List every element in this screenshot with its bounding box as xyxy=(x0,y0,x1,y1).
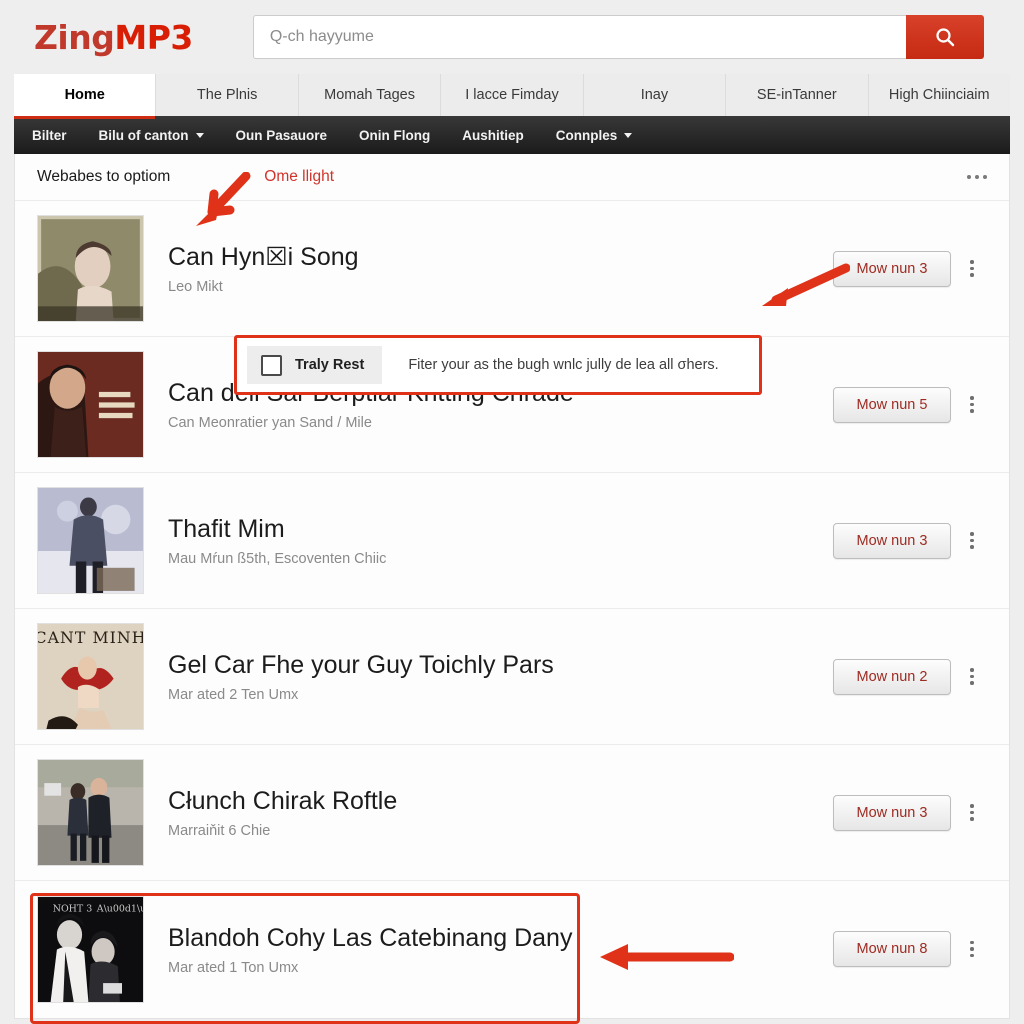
svg-text:CANT MINH: CANT MINH xyxy=(38,628,143,647)
search-button[interactable] xyxy=(906,15,984,59)
tab-high-chiinciaim[interactable]: High Chiinciaim xyxy=(868,74,1010,116)
row-subtitle: Mau Mŕun ß5th, Escoventen Chiic xyxy=(168,551,387,567)
filter-callout: Traly Rest Fiter your as the bugh wnlc j… xyxy=(234,335,762,395)
row-subtitle: Marraiňit 6 Chie xyxy=(168,823,271,839)
row-meta: Gel Car Fhe your Guy Toichly Pars Mar at… xyxy=(168,650,833,703)
subnav-item-connples[interactable]: Connples xyxy=(556,128,633,143)
filter-checkbox-label: Traly Rest xyxy=(295,357,365,373)
row-title: Thafit Mim xyxy=(168,515,285,543)
subnav-item-onin-flong[interactable]: Onin Flong xyxy=(359,128,430,143)
album-thumbnail xyxy=(37,351,144,458)
site-header: ZingMP3 xyxy=(0,0,1024,74)
subnav-label: Bilter xyxy=(32,127,67,143)
row-subtitle: Leo Mikt xyxy=(168,279,223,295)
page-title: Webabes to optiom xyxy=(37,168,171,185)
checkbox-icon[interactable] xyxy=(261,354,282,376)
main-tabs: Home The Plnis Momah Tages I lacce Fimda… xyxy=(14,74,1010,119)
table-row[interactable]: Cłunch Chirak Roftle Marraiňit 6 Chie Mo… xyxy=(15,745,1009,881)
panel-subtitle-link[interactable]: Ome llight xyxy=(264,168,334,186)
tab-label: Home xyxy=(64,87,105,103)
table-row[interactable]: Can Hyn☒i Song Leo Mikt Mow nun 3 xyxy=(15,201,1009,337)
tab-home[interactable]: Home xyxy=(14,74,157,119)
subnav-item-bilter[interactable]: Bilter xyxy=(32,128,67,143)
more-vertical-icon[interactable] xyxy=(957,260,987,277)
more-vertical-icon[interactable] xyxy=(957,940,987,958)
more-vertical-icon[interactable] xyxy=(957,804,987,821)
logo-text-zing: Zing xyxy=(34,17,115,57)
row-title: Blandoh Cohy Las Catebinang Dany xyxy=(168,923,573,952)
table-row[interactable]: NOHT 3 A\u00d1\u00d8 Blandoh Cohy Las Ca… xyxy=(15,881,1009,1017)
more-horizontal-icon[interactable] xyxy=(967,175,987,179)
row-meta: Blandoh Cohy Las Catebinang Dany Mar ate… xyxy=(168,923,833,976)
logo-text-mp3: MP3 xyxy=(114,17,193,57)
tab-lacce-fimday[interactable]: I lacce Fimday xyxy=(441,74,584,116)
row-meta: Can Hyn☒i Song Leo Mikt xyxy=(168,242,833,295)
content-panel: Webabes to optiom Ome llight Can Hyn☒i S… xyxy=(14,154,1010,1019)
search-input[interactable] xyxy=(252,15,906,59)
site-logo[interactable]: ZingMP3 xyxy=(34,18,193,57)
tab-label: The Plnis xyxy=(196,87,258,103)
row-action-button[interactable]: Mow nun 8 xyxy=(833,931,951,967)
row-subtitle: Can Meonratier yan Sand / Mile xyxy=(168,415,372,431)
table-row[interactable]: Thafit Mim Mau Mŕun ß5th, Escoventen Chi… xyxy=(15,473,1009,609)
chevron-down-icon xyxy=(624,132,633,138)
row-action-button[interactable]: Mow nun 3 xyxy=(833,794,951,831)
subnav-item-bilu-of-canton[interactable]: Bilu of canton xyxy=(99,128,204,143)
subnav-item-oun-pasauore[interactable]: Oun Pasauore xyxy=(236,128,328,143)
row-action-button[interactable]: Mow nun 3 xyxy=(833,522,951,559)
tab-label: Momah Tages xyxy=(324,87,415,103)
more-vertical-icon[interactable] xyxy=(957,532,987,549)
row-title: Can Hyn☒i Song xyxy=(168,243,359,271)
row-action-button[interactable]: Mow nun 3 xyxy=(833,250,951,287)
tab-the-plnis[interactable]: The Plnis xyxy=(156,74,299,116)
filter-checkbox-group[interactable]: Traly Rest xyxy=(247,346,383,384)
subnav-label: Aushitiep xyxy=(462,127,524,143)
tab-inay[interactable]: Inay xyxy=(583,74,727,116)
row-action-button[interactable]: Mow nun 5 xyxy=(833,386,951,423)
more-vertical-icon[interactable] xyxy=(957,396,987,413)
album-thumbnail: CANT MINH xyxy=(37,623,144,730)
subnav-label: Connples xyxy=(555,127,618,143)
tab-label: SE-inTanner xyxy=(756,87,837,103)
table-row[interactable]: CANT MINH Gel Car Fhe your Guy Toichly P… xyxy=(15,609,1009,745)
row-subtitle: Mar ated 2 Ten Umx xyxy=(168,687,299,703)
row-title: Gel Car Fhe your Guy Toichly Pars xyxy=(168,651,554,679)
more-vertical-icon[interactable] xyxy=(957,668,987,685)
row-action-button[interactable]: Mow nun 2 xyxy=(833,658,951,695)
subnav-label: Bilu of canton xyxy=(98,127,189,143)
panel-header: Webabes to optiom Ome llight xyxy=(15,154,1009,201)
subnav-item-aushitiep[interactable]: Aushitiep xyxy=(462,128,524,143)
row-meta: Thafit Mim Mau Mŕun ß5th, Escoventen Chi… xyxy=(168,514,833,567)
subnav-label: Onin Flong xyxy=(359,127,431,143)
subnav-label: Oun Pasauore xyxy=(235,127,328,143)
row-subtitle: Mar ated 1 Ton Umx xyxy=(168,959,299,976)
chevron-down-icon xyxy=(195,132,204,138)
row-meta: Cłunch Chirak Roftle Marraiňit 6 Chie xyxy=(168,786,833,839)
row-title: Cłunch Chirak Roftle xyxy=(168,787,398,815)
svg-text:NOHT 3: NOHT 3 xyxy=(53,903,93,914)
filter-description: Fiter your as the bugh wnlc jully de lea… xyxy=(408,357,719,373)
tab-label: High Chiinciaim xyxy=(888,87,990,103)
svg-text:A\u00d1\u00d8: A\u00d1\u00d8 xyxy=(96,903,143,914)
search-icon xyxy=(934,26,956,48)
tab-label: I lacce Fimday xyxy=(465,87,559,103)
album-thumbnail xyxy=(37,759,144,866)
album-thumbnail xyxy=(37,487,144,594)
album-thumbnail xyxy=(37,215,144,322)
tab-label: Inay xyxy=(640,87,669,103)
search-bar xyxy=(252,15,984,59)
tab-momah-tages[interactable]: Momah Tages xyxy=(298,74,442,116)
tab-se-in-tanner[interactable]: SE-inTanner xyxy=(726,74,869,116)
album-thumbnail: NOHT 3 A\u00d1\u00d8 xyxy=(37,895,144,1003)
sub-navigation: Bilter Bilu of canton Oun Pasauore Onin … xyxy=(14,116,1010,154)
